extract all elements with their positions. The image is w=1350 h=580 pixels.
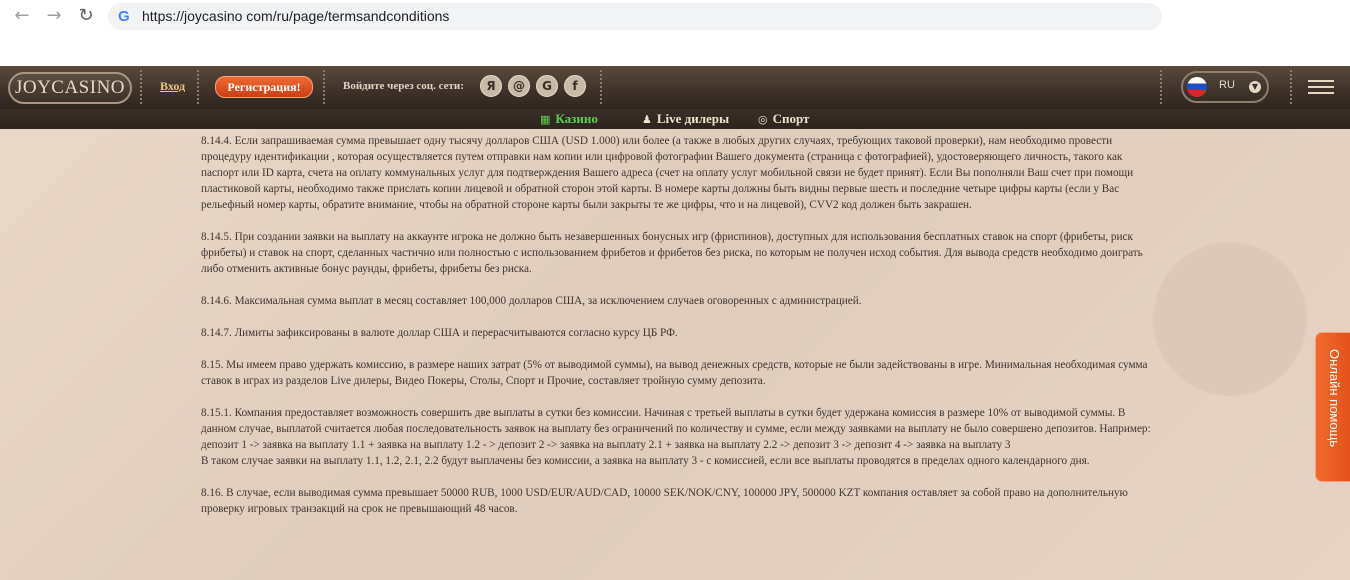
terms-paragraph: 8.15.1. Компания предоставляет возможнос… [201,407,1151,467]
nav-live-dealers-label: Live дилеры [656,111,730,126]
chevron-down-icon: ▼ [1249,81,1261,93]
divider [600,70,610,104]
yandex-icon[interactable]: Я [480,75,502,97]
reload-icon[interactable]: ↻ [76,6,96,26]
hamburger-menu-icon[interactable] [1308,80,1334,96]
site-header: JOYCASINO Вход Регистрация! Войдите чере… [0,66,1350,110]
category-nav: ▦ Казино ♟ Live дилеры ◎ Спорт [0,109,1350,129]
back-arrow-icon[interactable]: ← [12,6,32,26]
terms-text: 8.14.4. Если запрашиваемая сумма превыша… [201,133,1151,533]
nav-casino[interactable]: ▦ Казино [540,111,598,127]
forward-arrow-icon[interactable]: → [44,6,64,26]
divider [1160,70,1170,104]
google-icon: G [118,8,130,25]
terms-paragraph: 8.14.6. Максимальная сумма выплат в меся… [201,295,862,307]
ball-icon: ◎ [758,113,768,126]
language-selector[interactable]: RU ▼ [1181,71,1269,103]
browser-toolbar: ← → ↻ G https://joycasino com/ru/page/te… [0,0,1350,66]
divider [140,70,150,104]
facebook-icon[interactable]: f [564,75,586,97]
nav-casino-label: Казино [555,111,598,126]
url-text: https://joycasino com/ru/page/termsandco… [142,8,450,24]
terms-content-area: 8.14.4. Если запрашиваемая сумма превыша… [0,129,1350,580]
terms-paragraph: 8.16. В случае, если выводимая сумма пре… [201,487,1128,515]
dealer-icon: ♟ [642,113,652,126]
register-button[interactable]: Регистрация! [215,76,313,98]
social-login-label: Войдите через соц. сети: [343,80,464,92]
joycasino-logo[interactable]: JOYCASINO [8,72,132,104]
terms-paragraph: 8.14.7. Лимиты зафиксированы в валюте до… [201,327,678,339]
terms-paragraph: 8.15. Мы имеем право удержать комиссию, … [201,359,1148,387]
address-bar[interactable]: G https://joycasino com/ru/page/termsand… [108,3,1162,30]
divider [197,70,207,104]
slot-icon: ▦ [540,113,551,126]
language-code: RU [1219,79,1235,91]
google-icon[interactable]: G [536,75,558,97]
online-help-tab[interactable]: Онлайн помощь [1315,332,1350,482]
mail-icon[interactable]: @ [508,75,530,97]
login-link[interactable]: Вход [160,79,185,94]
nav-sport-label: Спорт [772,111,810,126]
nav-sport[interactable]: ◎ Спорт [758,111,809,127]
divider [1290,70,1300,104]
nav-live-dealers[interactable]: ♟ Live дилеры [642,111,729,127]
terms-paragraph: 8.14.4. Если запрашиваемая сумма превыша… [201,135,1134,211]
russia-flag-icon [1187,77,1207,97]
divider [323,70,333,104]
online-help-label: Онлайн помощь [1327,349,1342,448]
terms-paragraph: 8.14.5. При создании заявки на выплату н… [201,231,1143,275]
